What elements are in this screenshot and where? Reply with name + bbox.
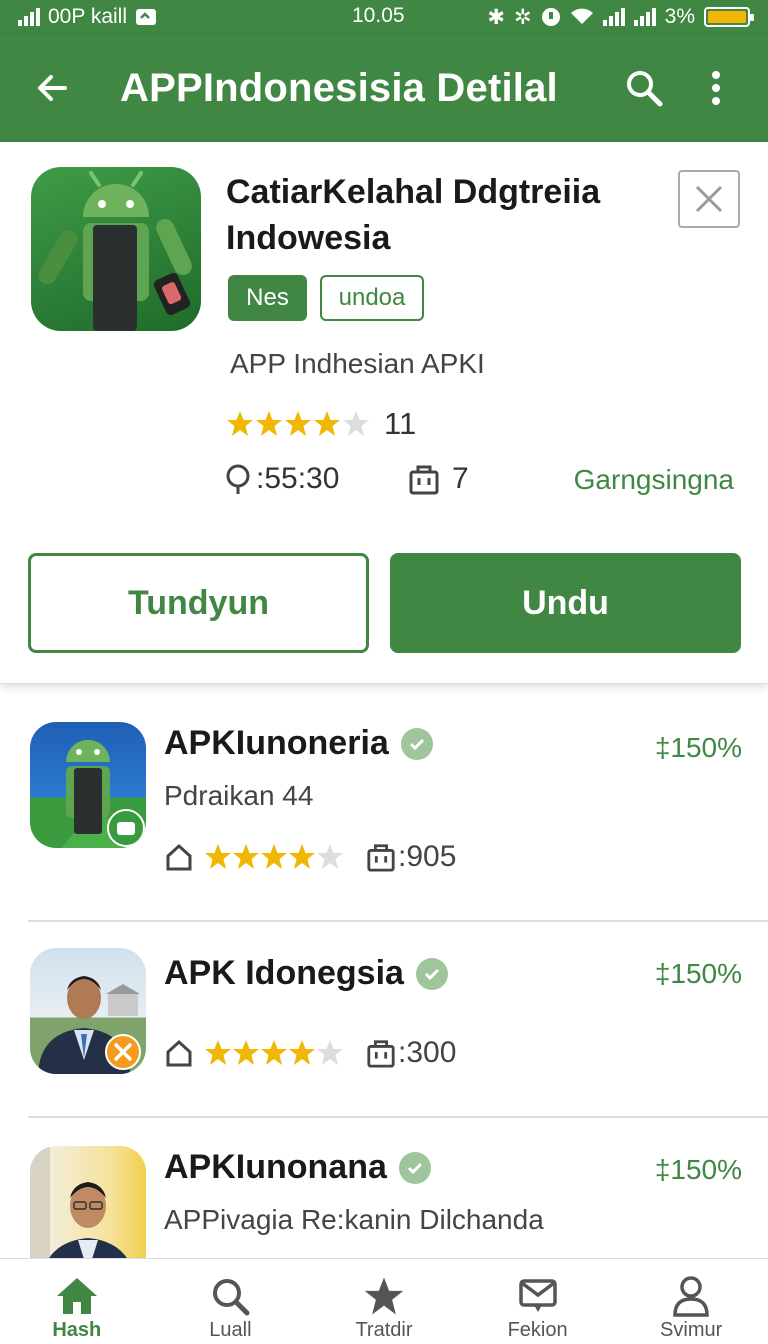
- star-rating-icon: [227, 411, 369, 436]
- meta-label[interactable]: Garngsingna: [574, 464, 734, 496]
- star-rating-icon: [205, 1040, 343, 1065]
- app-thumbnail: [30, 722, 146, 848]
- nfc-icon: ✲: [514, 5, 532, 29]
- signal-strength-icon: [602, 8, 625, 26]
- secondary-action-button[interactable]: Tundyun: [28, 553, 369, 653]
- rating: 11: [226, 406, 416, 442]
- item-percent: ‡150%: [654, 1154, 742, 1185]
- app-title: CatiarKelahal Ddgtreiia Indowesia: [226, 173, 601, 257]
- item-description: Pdraikan 44: [164, 780, 314, 811]
- clock: 10.05: [352, 4, 405, 27]
- app-bar: APPIndonesisia Detilal: [0, 34, 768, 142]
- nav-item-home[interactable]: Hash: [0, 1259, 154, 1344]
- item-percent: ‡150%: [654, 958, 742, 989]
- item-name: APKIunonana: [164, 1148, 431, 1187]
- star-icon: [364, 1277, 404, 1315]
- nav-item-search[interactable]: Luall: [154, 1259, 308, 1344]
- page-title: APPIndonesisia Detilal: [120, 65, 558, 110]
- search-icon: [213, 1279, 250, 1316]
- tag-chip-secondary[interactable]: undoa: [320, 275, 424, 321]
- mail-icon: [518, 1279, 557, 1312]
- search-icon: [627, 71, 663, 107]
- person-photo-icon: [38, 976, 141, 1074]
- arrow-left-icon: [38, 75, 67, 101]
- nav-label: Svimur: [660, 1319, 723, 1341]
- meta-time: :55:30: [256, 462, 340, 495]
- nav-label: Tratdir: [355, 1319, 413, 1341]
- bottom-navigation: Hash Luall Tratdir Fekion Svimur: [0, 1258, 768, 1344]
- verified-check-icon: [398, 1151, 431, 1184]
- item-description: APPivagia Re:kanin Dilchanda: [164, 1204, 544, 1235]
- close-icon: [695, 185, 723, 213]
- nav-item-favorites[interactable]: Tratdir: [307, 1259, 461, 1344]
- search-button[interactable]: [620, 64, 668, 112]
- item-stat: :300: [398, 1036, 457, 1069]
- app-thumbnail: [30, 948, 146, 1074]
- signal-strength-2-icon: [633, 8, 656, 26]
- item-percent: ‡150%: [654, 732, 742, 763]
- rating-count: 11: [384, 406, 417, 441]
- app-detail-card: CatiarKelahal Ddgtreiia Indowesia Nes un…: [0, 142, 768, 684]
- home-icon: [56, 1278, 97, 1314]
- item-name: APKIunoneria: [164, 724, 433, 763]
- location-pin-icon: [226, 464, 250, 494]
- carrier-name: 00P kaill: [48, 5, 127, 28]
- signal-icon: [18, 8, 40, 26]
- star-rating-icon: [205, 844, 343, 869]
- shopping-bag-icon: [367, 844, 395, 872]
- do-not-disturb-icon: [541, 8, 560, 26]
- status-bar: 00P kaill 10.05 ✱ ✲ 3%: [0, 0, 768, 34]
- divider: [28, 1116, 768, 1118]
- bluetooth-icon: ✱: [487, 5, 506, 29]
- nav-item-messages[interactable]: Fekion: [461, 1259, 615, 1344]
- divider: [28, 920, 768, 922]
- app-icon: [31, 167, 201, 331]
- battery-icon: [704, 7, 754, 27]
- wifi-icon: [570, 8, 593, 24]
- back-button[interactable]: [28, 64, 76, 112]
- verified-check-icon: [415, 957, 448, 990]
- shopping-bag-icon: [409, 465, 439, 495]
- download-button[interactable]: Undu: [390, 553, 741, 653]
- android-robot-icon: [62, 740, 146, 848]
- android-robot-icon: [38, 171, 192, 331]
- meta-row: :55:30 7 Garngsingna: [224, 462, 734, 506]
- nav-label: Fekion: [507, 1319, 568, 1341]
- home-outline-icon: [166, 843, 192, 871]
- more-vertical-icon: [712, 71, 720, 105]
- nav-label: Luall: [209, 1319, 252, 1341]
- tag-chip-primary[interactable]: Nes: [228, 275, 307, 321]
- verified-check-icon: [400, 727, 433, 760]
- meta-count: 7: [452, 462, 469, 495]
- battery-percent: 3%: [664, 5, 695, 28]
- shopping-bag-icon: [367, 1040, 395, 1068]
- person-icon: [673, 1276, 709, 1317]
- item-stat: :905: [398, 840, 457, 873]
- nav-label: Hash: [52, 1319, 102, 1341]
- item-stats: :300: [164, 1036, 456, 1070]
- more-options-button[interactable]: [692, 64, 740, 112]
- close-button[interactable]: [678, 170, 740, 228]
- nav-item-profile[interactable]: Svimur: [614, 1259, 768, 1344]
- home-outline-icon: [166, 1039, 192, 1067]
- notification-icon: [136, 9, 156, 25]
- item-stats: :905: [164, 840, 456, 874]
- item-name: APK Idonegsia: [164, 954, 448, 993]
- app-subtitle: APP Indhesian APKI: [230, 348, 485, 379]
